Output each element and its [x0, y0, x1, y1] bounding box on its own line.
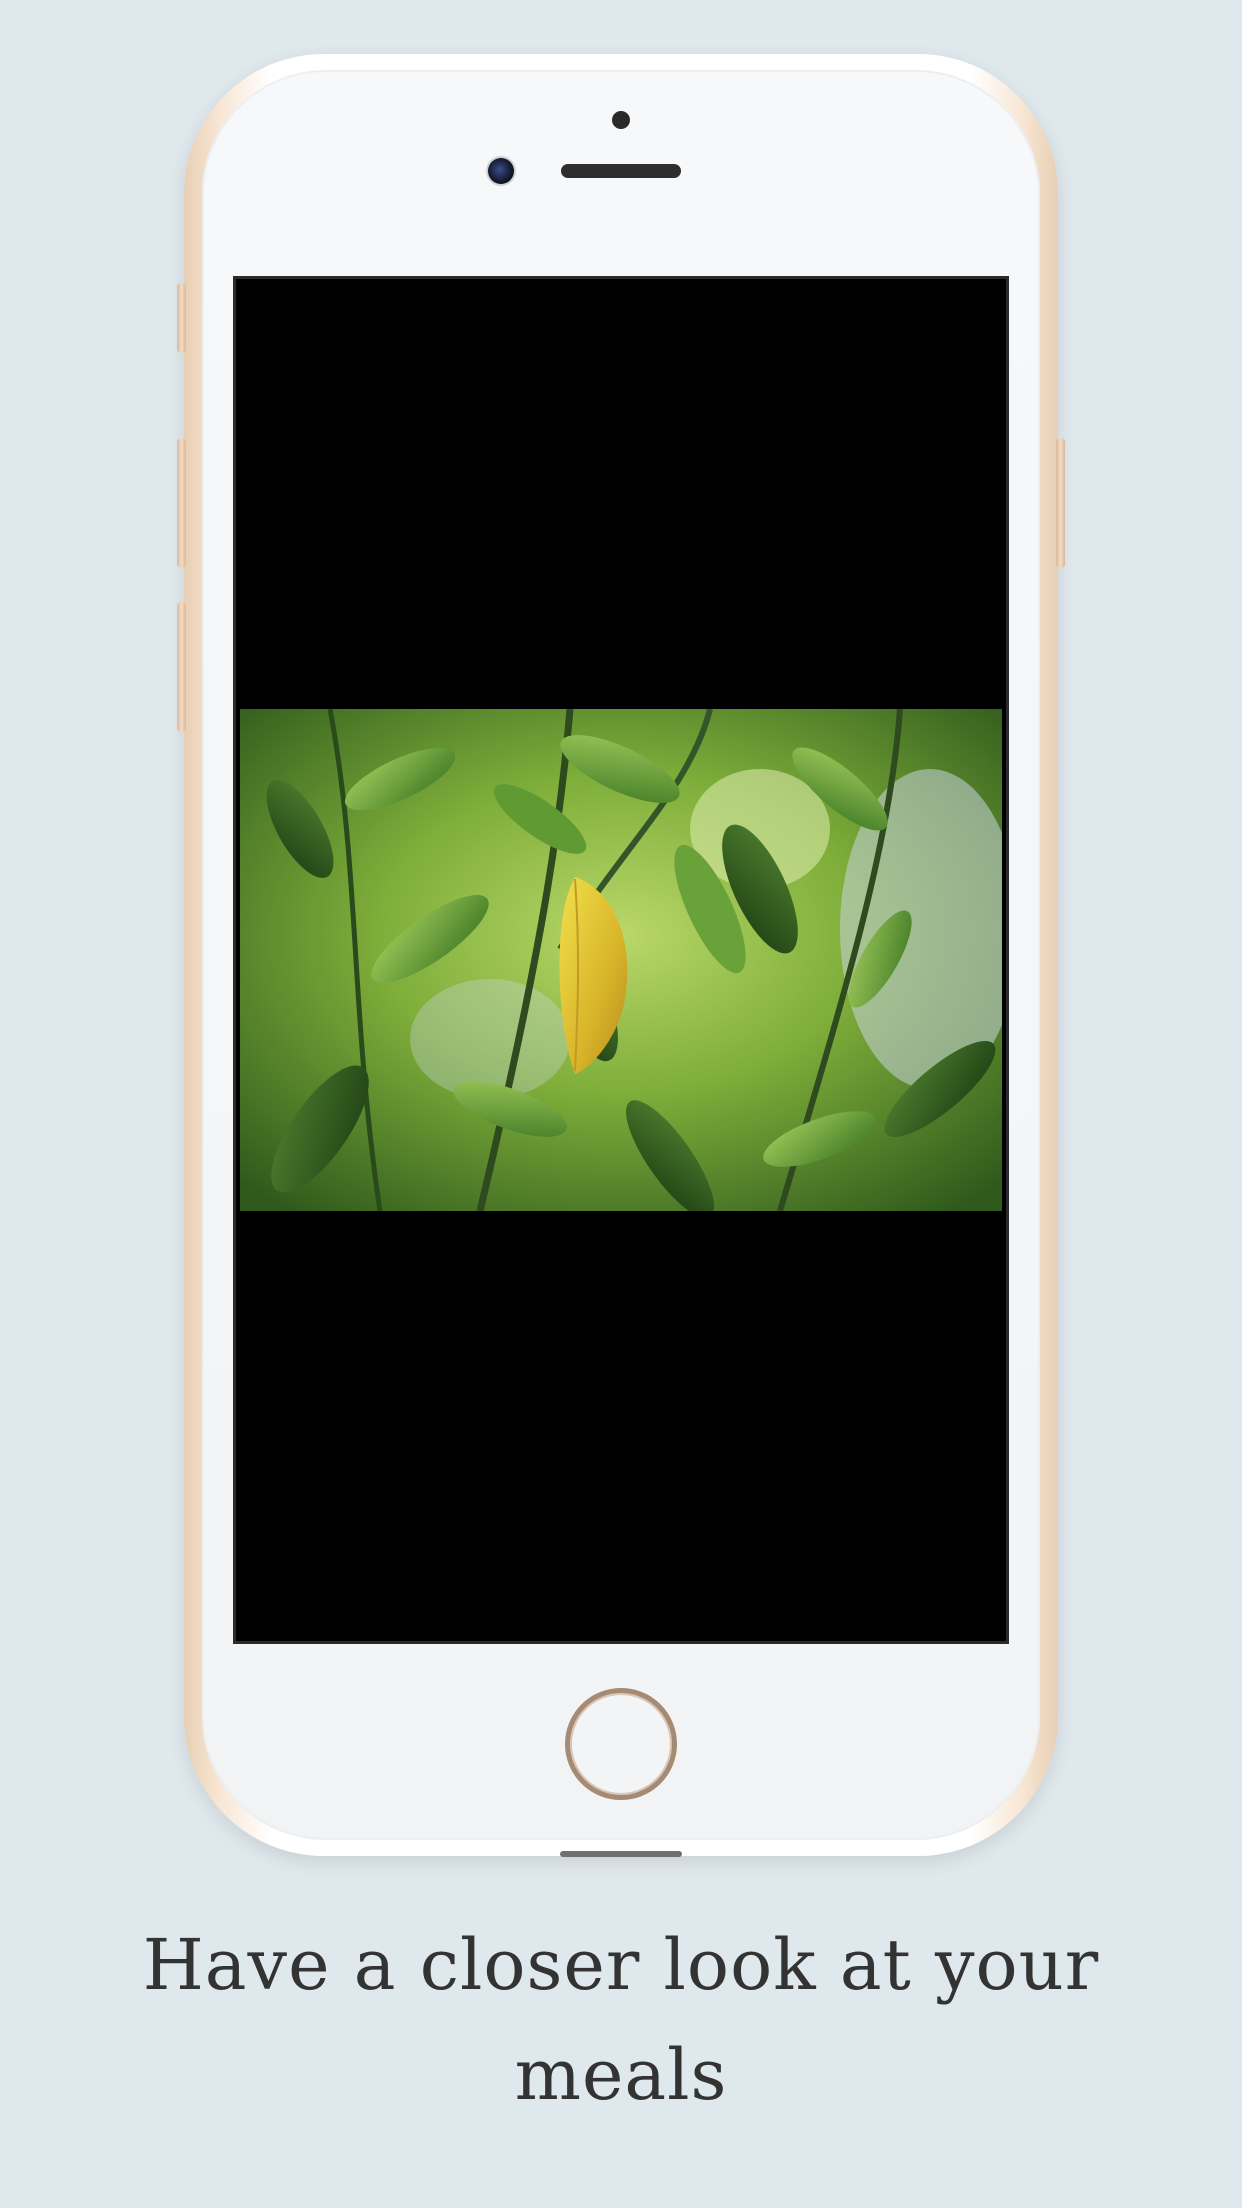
volume-down-button: [177, 602, 186, 732]
promo-caption: Have a closer look at your meals: [0, 1910, 1242, 2130]
phone-screen: [236, 279, 1006, 1641]
caption-line-1: Have a closer look at your: [142, 1924, 1100, 2006]
caption-line-2: meals: [514, 2034, 728, 2116]
power-button: [1056, 438, 1065, 568]
leaves-photo-illustration: [240, 709, 1002, 1211]
mute-switch: [177, 283, 186, 353]
proximity-sensor-icon: [612, 111, 630, 129]
bottom-edge-detail: [560, 1851, 682, 1857]
home-button-icon[interactable]: [565, 1688, 677, 1800]
volume-up-button: [177, 438, 186, 568]
speaker-grille-icon: [561, 164, 681, 178]
meal-photo[interactable]: [240, 709, 1002, 1211]
front-camera-icon: [488, 158, 514, 184]
